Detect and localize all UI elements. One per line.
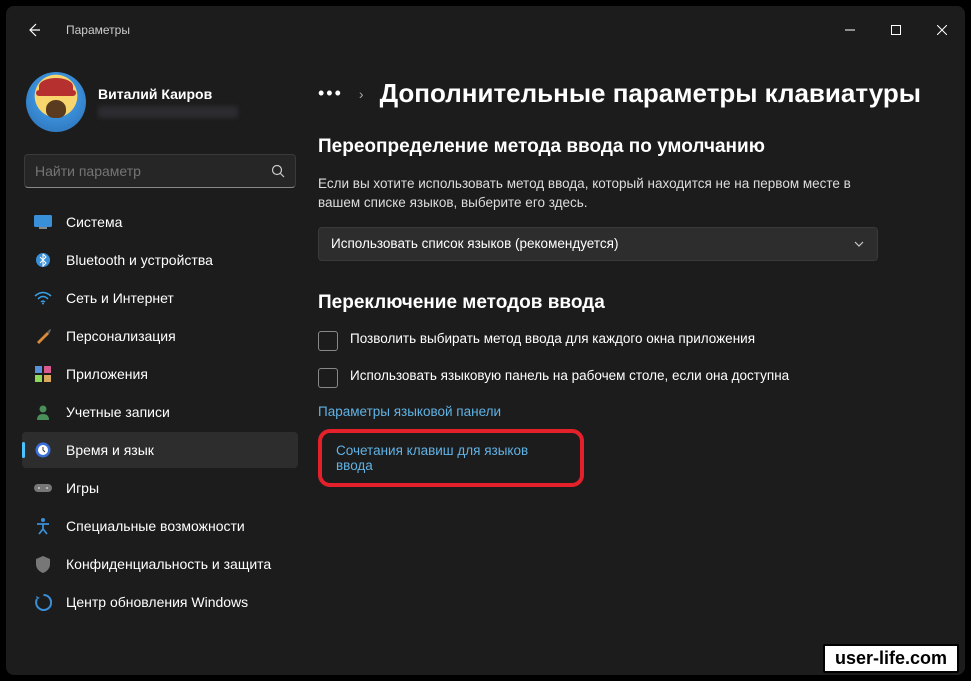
search-box[interactable] — [24, 154, 296, 188]
nav-bluetooth[interactable]: Bluetooth и устройства — [22, 242, 298, 278]
shield-icon — [34, 555, 52, 573]
section-heading-switching: Переключение методов ввода — [318, 291, 953, 316]
maximize-button[interactable] — [873, 14, 919, 46]
nav-apps[interactable]: Приложения — [22, 356, 298, 392]
accessibility-icon — [34, 517, 52, 535]
checkbox-language-bar[interactable]: Использовать языковую панель на рабочем … — [318, 367, 878, 388]
link-input-language-hotkeys[interactable]: Сочетания клавиш для языков ввода — [336, 443, 566, 473]
nav-time-language[interactable]: Время и язык — [22, 432, 298, 468]
sidebar: Виталий Каиров Система Bluetooth и устро… — [6, 54, 306, 675]
user-email-blurred — [98, 106, 238, 118]
section-heading-override: Переопределение метода ввода по умолчани… — [318, 135, 953, 160]
brush-icon — [34, 327, 52, 345]
clock-globe-icon — [34, 441, 52, 459]
breadcrumb: ••• › Дополнительные параметры клавиатур… — [318, 78, 953, 109]
user-name: Виталий Каиров — [98, 86, 238, 102]
nav: Система Bluetooth и устройства Сеть и Ин… — [22, 204, 298, 620]
checkbox-per-window[interactable]: Позволить выбирать метод ввода для каждо… — [318, 330, 878, 351]
nav-personalization[interactable]: Персонализация — [22, 318, 298, 354]
back-button[interactable] — [22, 18, 46, 42]
nav-privacy[interactable]: Конфиденциальность и защита — [22, 546, 298, 582]
window-title: Параметры — [66, 23, 130, 37]
avatar — [26, 72, 86, 132]
input-method-dropdown[interactable]: Использовать список языков (рекомендуетс… — [318, 227, 878, 261]
wifi-icon — [34, 289, 52, 307]
minimize-button[interactable] — [827, 14, 873, 46]
dropdown-value: Использовать список языков (рекомендуетс… — [331, 236, 618, 251]
search-input[interactable] — [35, 163, 271, 179]
checkbox-icon[interactable] — [318, 331, 338, 351]
system-icon — [34, 213, 52, 231]
search-icon — [271, 164, 285, 178]
page-title: Дополнительные параметры клавиатуры — [380, 78, 921, 109]
chevron-right-icon: › — [359, 86, 364, 102]
gamepad-icon — [34, 479, 52, 497]
close-button[interactable] — [919, 14, 965, 46]
watermark: user-life.com — [823, 644, 959, 673]
update-icon — [34, 593, 52, 611]
breadcrumb-ellipsis[interactable]: ••• — [318, 83, 343, 104]
checkbox-icon[interactable] — [318, 368, 338, 388]
bluetooth-icon — [34, 251, 52, 269]
nav-accessibility[interactable]: Специальные возможности — [22, 508, 298, 544]
user-profile[interactable]: Виталий Каиров — [22, 66, 298, 148]
highlight-annotation: Сочетания клавиш для языков ввода — [318, 429, 584, 487]
nav-update[interactable]: Центр обновления Windows — [22, 584, 298, 620]
nav-system[interactable]: Система — [22, 204, 298, 240]
person-icon — [34, 403, 52, 421]
titlebar: Параметры — [6, 6, 965, 54]
nav-network[interactable]: Сеть и Интернет — [22, 280, 298, 316]
link-language-bar-options[interactable]: Параметры языковой панели — [318, 404, 953, 419]
nav-gaming[interactable]: Игры — [22, 470, 298, 506]
main-content: ••• › Дополнительные параметры клавиатур… — [306, 54, 965, 675]
nav-accounts[interactable]: Учетные записи — [22, 394, 298, 430]
chevron-down-icon — [853, 238, 865, 250]
section-description: Если вы хотите использовать метод ввода,… — [318, 174, 878, 213]
apps-icon — [34, 365, 52, 383]
